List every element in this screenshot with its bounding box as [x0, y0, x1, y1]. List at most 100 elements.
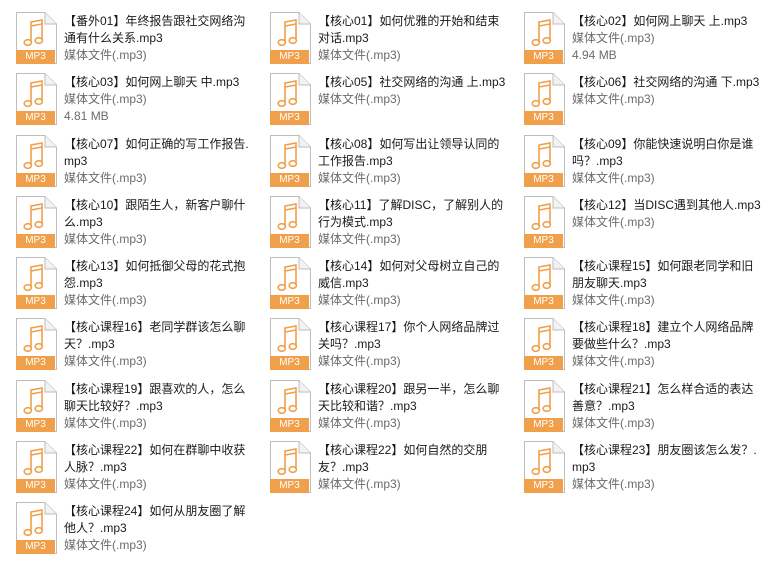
file-item[interactable]: MP3 【核心课程17】你个人网络品牌过关吗？.mp3 媒体文件(.mp3)	[268, 316, 522, 377]
file-item[interactable]: MP3 【核心01】如何优雅的开始和结束对话.mp3 媒体文件(.mp3)	[268, 10, 522, 71]
file-item[interactable]: MP3 【核心08】如何写出让领导认同的工作报告.mp3 媒体文件(.mp3)	[268, 133, 522, 194]
mp3-label: MP3	[270, 233, 309, 248]
file-name: 【核心09】你能快速说明白你是谁吗？.mp3	[572, 136, 754, 168]
mp3-file-icon: MP3	[14, 195, 58, 250]
mp3-file-icon: MP3	[14, 318, 58, 372]
mp3-file-icon: MP3	[522, 195, 566, 250]
file-item[interactable]: MP3 【核心课程24】如何从朋友圈了解他人？.mp3 媒体文件(.mp3)	[14, 500, 268, 561]
file-type: 媒体文件(.mp3)	[572, 415, 655, 430]
file-item[interactable]: MP3 【核心课程22】如何自然的交朋友？.mp3 媒体文件(.mp3)	[268, 439, 522, 500]
mp3-file-icon: MP3	[522, 257, 566, 311]
file-item[interactable]: MP3 【核心课程22】如何在群聊中收获人脉？.mp3 媒体文件(.mp3)	[14, 439, 268, 500]
file-grid: MP3 【番外01】年终报告跟社交网络沟通有什么关系.mp3 媒体文件(.mp3…	[14, 10, 762, 562]
file-name: 【核心课程20】跟另一半，怎么聊天比较和谐？.mp3	[318, 381, 500, 413]
file-name: 【核心05】社交网络的沟通 上.mp3	[318, 75, 506, 90]
file-item[interactable]: MP3 【核心课程19】跟喜欢的人，怎么聊天比较好？.mp3 媒体文件(.mp3…	[14, 378, 268, 439]
file-type: 媒体文件(.mp3)	[318, 293, 401, 308]
mp3-label: MP3	[524, 50, 563, 64]
mp3-label: MP3	[524, 356, 563, 371]
mp3-label: MP3	[270, 356, 309, 371]
file-item[interactable]: MP3 【核心课程23】朋友圈该怎么发？.mp3 媒体文件(.mp3)	[522, 439, 762, 500]
mp3-label: MP3	[270, 50, 309, 64]
file-item[interactable]: MP3 【核心13】如何抵御父母的花式抱怨.mp3 媒体文件(.mp3)	[14, 255, 268, 316]
mp3-file-icon: MP3	[522, 134, 566, 189]
file-item[interactable]: MP3 【核心07】如何正确的写工作报告.mp3 媒体文件(.mp3)	[14, 133, 268, 194]
file-type: 媒体文件(.mp3)	[572, 293, 655, 308]
file-name: 【核心06】社交网络的沟通 下.mp3	[572, 75, 760, 90]
file-type: 媒体文件(.mp3)	[572, 92, 655, 107]
file-type: 媒体文件(.mp3)	[318, 92, 401, 107]
mp3-file-icon: MP3	[522, 379, 566, 434]
file-item[interactable]: MP3 【番外01】年终报告跟社交网络沟通有什么关系.mp3 媒体文件(.mp3…	[14, 10, 268, 71]
file-item[interactable]: MP3 【核心10】跟陌生人，新客户聊什么.mp3 媒体文件(.mp3)	[14, 194, 268, 255]
mp3-label: MP3	[16, 50, 55, 64]
file-name: 【番外01】年终报告跟社交网络沟通有什么关系.mp3	[64, 14, 246, 45]
file-name: 【核心课程15】如何跟老同学和旧朋友聊天.mp3	[572, 259, 754, 291]
file-item[interactable]: MP3 【核心课程15】如何跟老同学和旧朋友聊天.mp3 媒体文件(.mp3)	[522, 255, 762, 316]
file-name: 【核心03】如何网上聊天 中.mp3	[64, 75, 240, 90]
mp3-file-icon: MP3	[268, 257, 312, 311]
file-name: 【核心课程16】老同学群该怎么聊天？.mp3	[64, 320, 246, 352]
file-size: 4.81 MB	[64, 109, 109, 124]
file-item[interactable]: MP3 【核心课程20】跟另一半，怎么聊天比较和谐？.mp3 媒体文件(.mp3…	[268, 378, 522, 439]
file-type: 媒体文件(.mp3)	[64, 48, 147, 62]
mp3-label: MP3	[16, 356, 55, 371]
file-item[interactable]: MP3 【核心11】了解DISC，了解别人的行为模式.mp3 媒体文件(.mp3…	[268, 194, 522, 255]
file-item[interactable]: MP3 【核心课程21】怎么样合适的表达善意？.mp3 媒体文件(.mp3)	[522, 378, 762, 439]
file-type: 媒体文件(.mp3)	[318, 231, 401, 246]
file-name: 【核心14】如何对父母树立自己的威信.mp3	[318, 259, 500, 291]
file-name: 【核心12】当DISC遇到其他人.mp3	[572, 197, 761, 212]
file-item[interactable]: MP3 【核心03】如何网上聊天 中.mp3 媒体文件(.mp3) 4.81 M…	[14, 71, 268, 132]
file-type: 媒体文件(.mp3)	[572, 354, 655, 369]
file-type: 媒体文件(.mp3)	[64, 354, 147, 369]
file-type: 媒体文件(.mp3)	[64, 538, 147, 553]
file-type: 媒体文件(.mp3)	[572, 170, 655, 185]
file-name: 【核心课程24】如何从朋友圈了解他人？.mp3	[64, 504, 246, 536]
mp3-label: MP3	[270, 111, 309, 126]
mp3-file-icon: MP3	[14, 73, 58, 127]
file-type: 媒体文件(.mp3)	[64, 477, 147, 492]
file-type: 媒体文件(.mp3)	[318, 354, 401, 369]
file-type: 媒体文件(.mp3)	[572, 31, 655, 45]
mp3-label: MP3	[270, 417, 309, 432]
mp3-file-icon: MP3	[268, 12, 312, 66]
mp3-file-icon: MP3	[14, 502, 58, 556]
mp3-file-icon: MP3	[268, 318, 312, 372]
file-size: 4.94 MB	[572, 48, 617, 62]
mp3-label: MP3	[16, 172, 55, 187]
mp3-file-icon: MP3	[14, 12, 58, 66]
file-type: 媒体文件(.mp3)	[64, 92, 147, 107]
mp3-label: MP3	[524, 417, 563, 432]
file-type: 媒体文件(.mp3)	[64, 293, 147, 308]
file-item[interactable]: MP3 【核心课程18】建立个人网络品牌要做些什么？.mp3 媒体文件(.mp3…	[522, 316, 762, 377]
file-item[interactable]: MP3 【核心06】社交网络的沟通 下.mp3 媒体文件(.mp3)	[522, 71, 762, 132]
mp3-file-icon: MP3	[14, 257, 58, 311]
mp3-label: MP3	[16, 417, 55, 432]
file-item[interactable]: MP3 【核心02】如何网上聊天 上.mp3 媒体文件(.mp3) 4.94 M…	[522, 10, 762, 71]
file-item[interactable]: MP3 【核心课程16】老同学群该怎么聊天？.mp3 媒体文件(.mp3)	[14, 316, 268, 377]
mp3-file-icon: MP3	[522, 12, 566, 66]
file-name: 【核心课程18】建立个人网络品牌要做些什么？.mp3	[572, 320, 754, 352]
mp3-file-icon: MP3	[522, 441, 566, 495]
file-item[interactable]: MP3 【核心12】当DISC遇到其他人.mp3 媒体文件(.mp3)	[522, 194, 762, 255]
mp3-label: MP3	[524, 172, 563, 187]
mp3-file-icon: MP3	[268, 441, 312, 495]
file-item[interactable]: MP3 【核心14】如何对父母树立自己的威信.mp3 媒体文件(.mp3)	[268, 255, 522, 316]
file-name: 【核心课程22】如何自然的交朋友？.mp3	[318, 443, 488, 475]
file-name: 【核心07】如何正确的写工作报告.mp3	[64, 136, 249, 168]
mp3-file-icon: MP3	[268, 195, 312, 250]
file-item[interactable]: MP3 【核心05】社交网络的沟通 上.mp3 媒体文件(.mp3)	[268, 71, 522, 132]
mp3-label: MP3	[16, 233, 55, 248]
file-item[interactable]: MP3 【核心09】你能快速说明白你是谁吗？.mp3 媒体文件(.mp3)	[522, 133, 762, 194]
mp3-label: MP3	[16, 295, 55, 310]
mp3-file-icon: MP3	[522, 318, 566, 372]
file-name: 【核心课程17】你个人网络品牌过关吗？.mp3	[318, 320, 500, 352]
mp3-file-icon: MP3	[14, 441, 58, 495]
mp3-file-icon: MP3	[268, 379, 312, 434]
file-type: 媒体文件(.mp3)	[318, 48, 401, 62]
mp3-label: MP3	[524, 233, 563, 248]
file-type: 媒体文件(.mp3)	[572, 214, 655, 229]
file-name: 【核心课程22】如何在群聊中收获人脉？.mp3	[64, 443, 246, 475]
file-name: 【核心课程21】怎么样合适的表达善意？.mp3	[572, 381, 754, 413]
file-type: 媒体文件(.mp3)	[318, 415, 401, 430]
